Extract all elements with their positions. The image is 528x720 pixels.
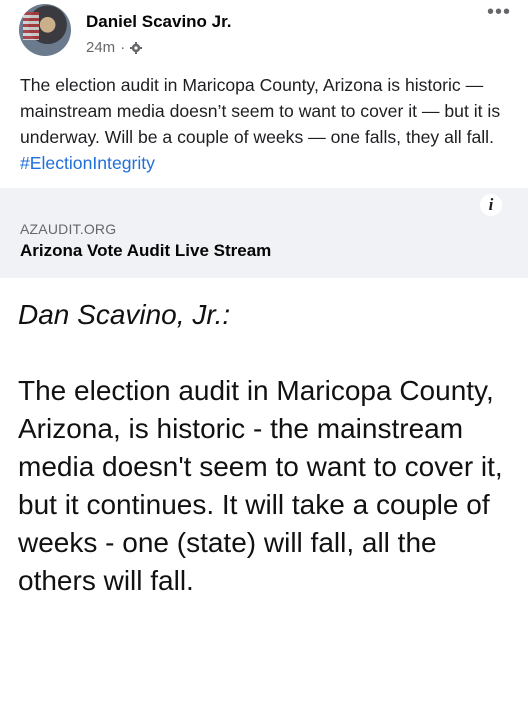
info-icon[interactable]: i	[480, 194, 502, 216]
link-preview-card[interactable]: i AZAUDIT.ORG Arizona Vote Audit Live St…	[0, 188, 528, 278]
timestamp[interactable]: 24m	[86, 39, 115, 56]
post-text-body: The election audit in Maricopa County, A…	[20, 75, 501, 147]
author-name[interactable]: Daniel Scavino Jr.	[86, 12, 232, 32]
link-title[interactable]: Arizona Vote Audit Live Stream	[20, 241, 271, 261]
hashtag-link[interactable]: #ElectionIntegrity	[20, 153, 155, 173]
facebook-post: Daniel Scavino Jr. 24m · ••• The electio…	[0, 0, 528, 280]
flag-graphic	[23, 12, 39, 40]
gear-icon[interactable]	[130, 41, 143, 54]
post-meta: 24m ·	[86, 39, 143, 56]
meta-separator: ·	[120, 39, 126, 56]
post-text: The election audit in Maricopa County, A…	[20, 72, 514, 176]
transcript-body: The election audit in Maricopa County, A…	[18, 375, 503, 596]
transcript: Dan Scavino, Jr.: The election audit in …	[18, 296, 518, 600]
link-domain: AZAUDIT.ORG	[20, 221, 117, 237]
transcript-speaker: Dan Scavino, Jr.:	[18, 299, 231, 330]
more-options-button[interactable]: •••	[487, 2, 511, 22]
avatar[interactable]	[19, 4, 71, 56]
